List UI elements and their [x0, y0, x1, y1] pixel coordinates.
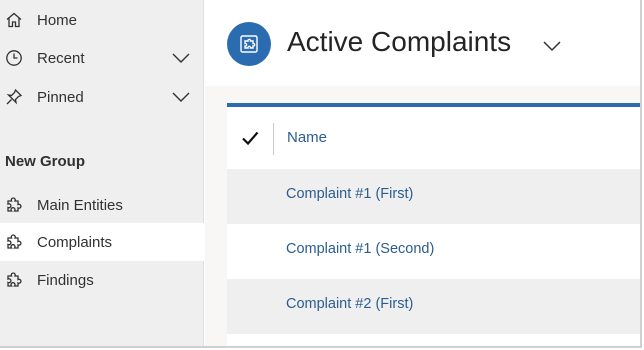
- puzzle-icon: [5, 196, 23, 214]
- sidebar-item-pinned[interactable]: Pinned: [0, 78, 204, 116]
- pin-icon: [5, 88, 23, 106]
- chevron-down-icon[interactable]: [172, 92, 190, 102]
- sidebar-item-label: Main Entities: [37, 196, 123, 214]
- record-link[interactable]: Complaint #1 (Second): [286, 241, 434, 257]
- clock-icon: [5, 49, 23, 67]
- puzzle-icon: [5, 233, 23, 251]
- view-header: Active Complaints: [205, 0, 640, 86]
- sidebar-item-label: Complaints: [37, 233, 113, 251]
- column-header-name[interactable]: Name: [287, 129, 327, 146]
- sidebar-item-complaints[interactable]: Complaints: [0, 223, 204, 261]
- main-content: Active Complaints Name Complaint #1 (Fir…: [205, 0, 640, 346]
- table-row[interactable]: Complaint #2 (First): [227, 279, 640, 334]
- sidebar-item-label: Findings: [37, 271, 94, 289]
- table-row[interactable]: Complaint #1 (First): [227, 169, 640, 224]
- sidebar-item-label: Recent: [37, 49, 85, 67]
- app-window: Home Recent Pinned New Group Main Entiti…: [0, 0, 642, 348]
- puzzle-icon: [5, 271, 23, 289]
- entity-icon: [240, 35, 258, 53]
- records-grid: Name Complaint #1 (First) Complaint #1 (…: [227, 103, 640, 346]
- group-title: New Group: [5, 153, 86, 170]
- chevron-down-icon[interactable]: [172, 53, 190, 63]
- record-link[interactable]: Complaint #1 (First): [286, 186, 413, 202]
- sidebar-item-home[interactable]: Home: [0, 1, 204, 39]
- entity-icon-badge: [227, 22, 271, 66]
- sidebar-item-label: Pinned: [37, 88, 84, 106]
- home-icon: [5, 11, 23, 29]
- view-selector-chevron-icon[interactable]: [542, 40, 562, 52]
- sidebar-item-recent[interactable]: Recent: [0, 39, 204, 77]
- select-all-checkmark-icon[interactable]: [241, 129, 259, 147]
- header-divider: [273, 123, 274, 155]
- sidebar-item-label: Home: [37, 11, 78, 29]
- sidebar-item-findings[interactable]: Findings: [0, 261, 204, 299]
- view-title[interactable]: Active Complaints: [287, 26, 511, 58]
- sidebar: Home Recent Pinned New Group Main Entiti…: [0, 0, 204, 346]
- record-link[interactable]: Complaint #2 (First): [286, 296, 413, 312]
- table-row[interactable]: Complaint #1 (Second): [227, 224, 640, 279]
- sidebar-item-main-entities[interactable]: Main Entities: [0, 186, 204, 224]
- grid-header: Name: [227, 107, 640, 169]
